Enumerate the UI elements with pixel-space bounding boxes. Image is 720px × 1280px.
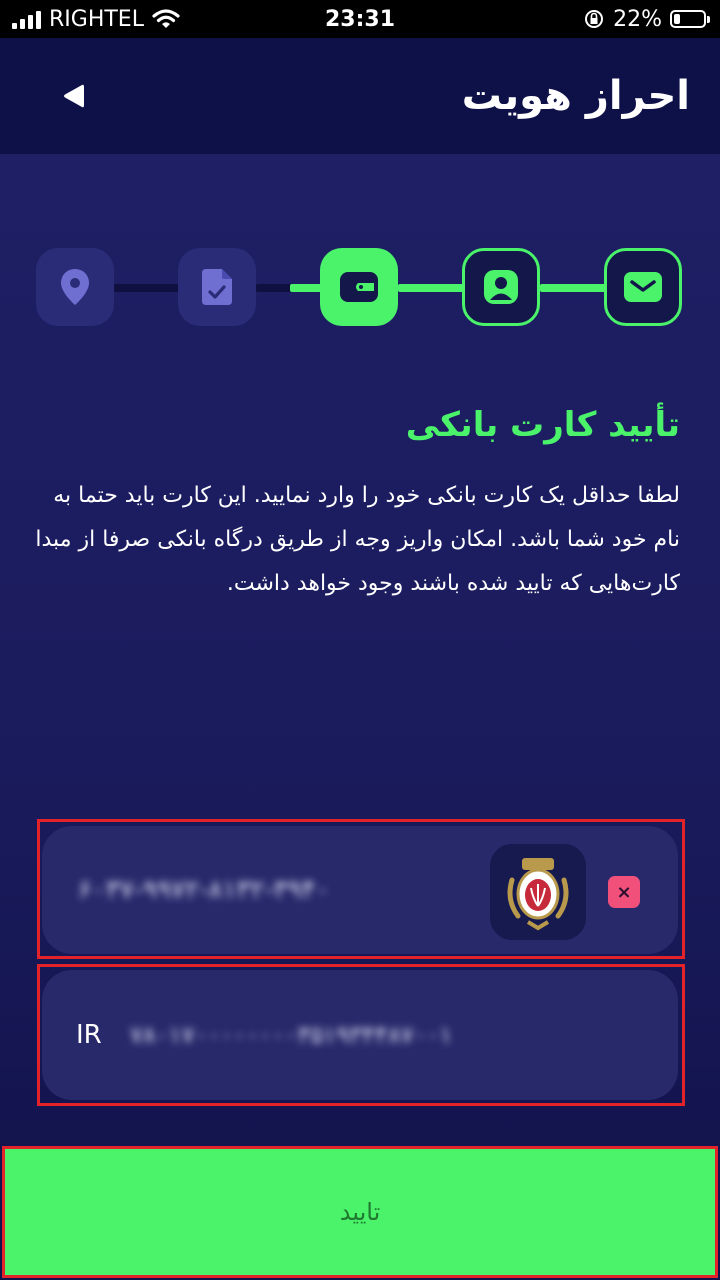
step-identity: [462, 248, 540, 326]
rotation-lock-icon: [585, 10, 604, 28]
bank-melli-logo-icon: [490, 844, 586, 940]
step-address: [36, 248, 114, 326]
remove-card-button[interactable]: ×: [608, 876, 640, 908]
battery-level: [674, 14, 680, 24]
bank-card-item[interactable]: ۶۰۳۷-۹۹۷۲-۸۱۳۲-۳۹۴۰ ×: [42, 826, 678, 954]
step-connector: [114, 284, 182, 292]
step-connector: [290, 284, 324, 292]
confirm-button[interactable]: تایید: [2, 1146, 718, 1278]
clock: 23:31: [324, 6, 396, 32]
battery-icon: [670, 10, 710, 28]
step-documents: [178, 248, 256, 326]
email-icon: [624, 272, 662, 302]
iban-number: ۷۸۰۱۷۰۰۰۰۰۰۰۰۳۵۱۹۳۴۴۸۷۰۰۱: [130, 1021, 453, 1049]
carrier-name: RIGHTEL: [49, 6, 144, 32]
app-header: احراز هویت: [0, 38, 720, 154]
page-title: احراز هویت: [461, 73, 690, 119]
status-bar: RIGHTEL 23:31 22%: [0, 0, 720, 38]
back-button[interactable]: [44, 66, 104, 126]
wallet-icon: [340, 272, 378, 302]
iban-prefix: IR: [76, 1020, 102, 1050]
step-bank-card: [320, 248, 398, 326]
step-connector: [398, 284, 466, 292]
section-description: لطفا حداقل یک کارت بانکی خود را وارد نما…: [35, 483, 680, 596]
document-check-icon: [202, 269, 232, 305]
user-card-icon: [484, 270, 518, 304]
signal-icon: [12, 9, 41, 29]
battery-percent: 22%: [613, 6, 662, 32]
card-number: ۶۰۳۷-۹۹۷۲-۸۱۳۲-۳۹۴۰: [78, 875, 330, 905]
location-pin-icon: [61, 269, 89, 305]
wifi-icon: [152, 9, 180, 28]
step-connector: [540, 284, 608, 292]
progress-stepper: [0, 248, 720, 328]
back-arrow-icon: [64, 84, 84, 108]
iban-item[interactable]: IR ۷۸۰۱۷۰۰۰۰۰۰۰۰۳۵۱۹۳۴۴۸۷۰۰۱: [42, 970, 678, 1100]
section-title: تأیید کارت بانکی: [405, 405, 680, 445]
step-email: [604, 248, 682, 326]
